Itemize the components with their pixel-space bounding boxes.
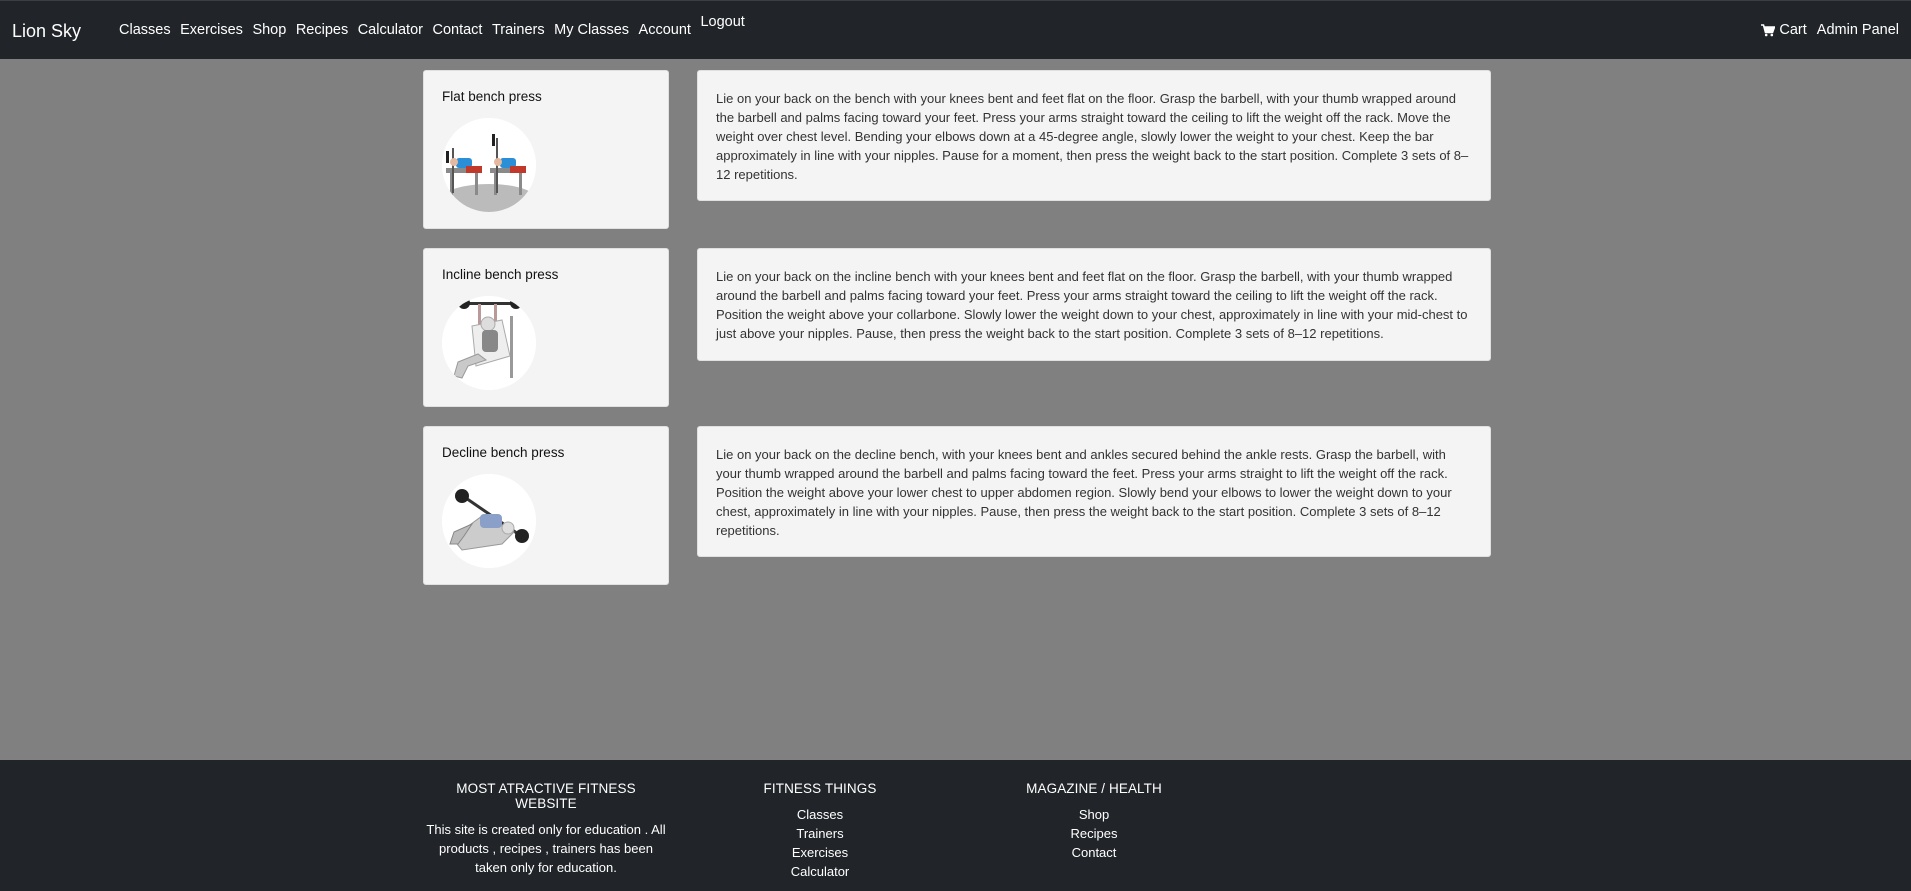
exercise-description-card: Lie on your back on the decline bench, w… [697, 426, 1491, 557]
exercise-list: Flat bench press Lie on your back on the… [0, 59, 1911, 760]
exercise-image [442, 118, 536, 212]
footer-link-trainers[interactable]: Trainers [740, 824, 900, 843]
nav-link-contact[interactable]: Contact [432, 22, 482, 38]
exercise-image [442, 296, 536, 390]
site-footer: MOST ATRACTIVE FITNESS WEBSITE This site… [0, 760, 1911, 891]
exercise-card[interactable]: Decline bench press [423, 426, 669, 585]
exercise-title: Flat bench press [442, 89, 542, 104]
top-navbar: Lion Sky Classes Exercises Shop Recipes … [0, 0, 1911, 59]
logout-button[interactable]: Logout [700, 14, 744, 30]
exercise-title: Decline bench press [442, 445, 565, 460]
footer-magazine-health-title: MAGAZINE / HEALTH [1026, 781, 1162, 796]
exercise-description: Lie on your back on the bench with your … [716, 91, 1469, 182]
footer-about: MOST ATRACTIVE FITNESS WEBSITE This site… [424, 781, 668, 877]
nav-link-recipes[interactable]: Recipes [296, 22, 348, 38]
exercise-image [442, 474, 536, 568]
nav-link-shop[interactable]: Shop [252, 22, 286, 38]
admin-panel-link[interactable]: Admin Panel [1817, 22, 1899, 38]
footer-fitness-things-title: FITNESS THINGS [763, 781, 877, 796]
nav-link-my-classes[interactable]: My Classes [554, 22, 629, 38]
exercise-description-card: Lie on your back on the incline bench wi… [697, 248, 1491, 361]
nav-link-classes[interactable]: Classes [119, 22, 171, 38]
footer-link-shop[interactable]: Shop [1014, 805, 1174, 824]
footer-link-recipes[interactable]: Recipes [1014, 824, 1174, 843]
footer-about-text: This site is created only for education … [426, 822, 666, 875]
footer-fitness-things: FITNESS THINGS Classes Trainers Exercise… [740, 781, 900, 881]
exercise-title: Incline bench press [442, 267, 559, 282]
exercise-description: Lie on your back on the incline bench wi… [716, 269, 1468, 341]
exercise-description: Lie on your back on the decline bench, w… [716, 447, 1452, 538]
nav-link-trainers[interactable]: Trainers [492, 22, 545, 38]
footer-link-calculator[interactable]: Calculator [740, 862, 900, 881]
exercise-card[interactable]: Flat bench press [423, 70, 669, 229]
footer-magazine-health: MAGAZINE / HEALTH Shop Recipes Contact [1014, 781, 1174, 862]
exercise-description-card: Lie on your back on the bench with your … [697, 70, 1491, 201]
nav-right: Cart Admin Panel [1761, 22, 1899, 38]
nav-links: Classes Exercises Shop Recipes Calculato… [119, 14, 754, 38]
cart-icon [1761, 23, 1776, 36]
brand-logo[interactable]: Lion Sky [12, 21, 81, 42]
footer-link-classes[interactable]: Classes [740, 805, 900, 824]
nav-link-exercises[interactable]: Exercises [180, 22, 243, 38]
cart-link[interactable]: Cart [1761, 22, 1807, 38]
footer-link-contact[interactable]: Contact [1014, 843, 1174, 862]
nav-link-calculator[interactable]: Calculator [358, 22, 423, 38]
footer-about-title: MOST ATRACTIVE FITNESS WEBSITE [456, 781, 636, 811]
footer-link-exercises[interactable]: Exercises [740, 843, 900, 862]
nav-link-account[interactable]: Account [639, 22, 691, 38]
cart-label: Cart [1779, 22, 1807, 38]
exercise-card[interactable]: Incline bench press [423, 248, 669, 407]
